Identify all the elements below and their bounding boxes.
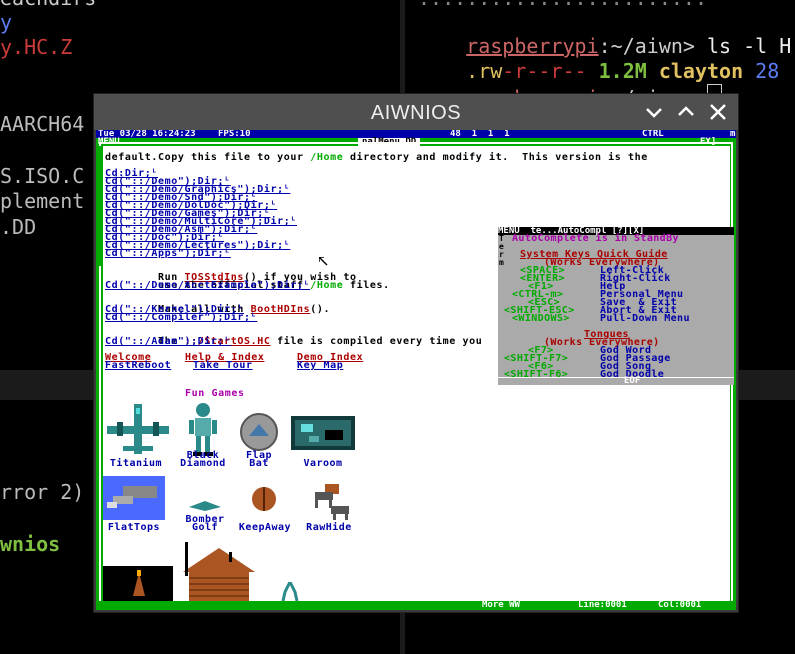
terminal-line: y — [0, 10, 13, 34]
flap-bat-game-icon[interactable] — [239, 412, 279, 452]
boot-hd-ins-link[interactable]: BootHDIns — [251, 304, 311, 315]
terminal-line: rror 2) — [0, 480, 85, 504]
game-label-rawhide[interactable]: RawHide — [303, 523, 355, 533]
terminal-line: y.HC.Z — [0, 35, 73, 59]
fun-games-title: Fun Games — [185, 388, 245, 399]
game-label-flattops[interactable]: FlatTops — [103, 523, 165, 533]
window-titlebar[interactable]: AIWNIOS — [94, 94, 738, 130]
game-sprite-cabin[interactable] — [179, 538, 259, 601]
autocomplete-footer: EOF — [498, 377, 734, 385]
varoom-game-icon[interactable] — [291, 416, 355, 450]
game-label-bomber-golf-2[interactable]: Golf — [177, 523, 233, 533]
game-label-keepaway[interactable]: KeepAway — [227, 523, 303, 533]
rawhide-game-icon[interactable] — [309, 478, 353, 520]
flattops-game-icon[interactable] — [103, 476, 165, 520]
terminal-line: ........................ — [418, 0, 707, 10]
terminal-line: AARCH64 — [0, 112, 85, 136]
terminal-line: eachdirs — [0, 0, 96, 10]
intro-line-2: default. — [105, 152, 158, 163]
terminal-line: S.ISO.C — [0, 164, 85, 188]
game-sprite-figure[interactable] — [281, 581, 299, 601]
game-label-black-diamond-2[interactable]: Diamond — [175, 459, 231, 469]
keepaway-game-icon[interactable] — [251, 486, 277, 512]
cd-link[interactable]: Cd("::/Apps");Dir;ᴸ — [105, 249, 231, 259]
cpu-counters: 48 1 1 1 — [450, 130, 510, 139]
aiwnios-window[interactable]: AIWNIOS Tue 03/28 16:24:23 FPS:10 48 1 1… — [94, 94, 738, 612]
autocomplete-status: AutoComplete is in StandBy — [512, 233, 679, 244]
top-status-bar: Tue 03/28 16:24:23 FPS:10 48 1 1 1 CTRL … — [96, 130, 736, 139]
chevron-up-icon[interactable] — [674, 100, 698, 124]
chevron-down-icon[interactable] — [642, 100, 666, 124]
compiler-link[interactable]: Cd("::/Compiler");Dir;ᴸ — [105, 313, 257, 323]
templeos-screen[interactable]: Tue 03/28 16:24:23 FPS:10 48 1 1 1 CTRL … — [96, 130, 736, 610]
mouse-pointer-icon — [318, 252, 329, 266]
intro-line: Copy this file to your /Home directory a… — [157, 152, 648, 163]
terminal-line: plement — [0, 189, 85, 213]
game-label-varoom[interactable]: Varoom — [291, 459, 355, 469]
scroll-side[interactable] — [96, 146, 101, 266]
bomber-golf-game-icon[interactable] — [189, 498, 221, 512]
acct-example-link[interactable]: Cd("::/Demo/AcctExample");Dir;ᴸ — [105, 281, 310, 291]
status-line: Line:0001 — [578, 600, 627, 610]
game-label-titanium[interactable]: Titanium — [103, 459, 169, 469]
ctrl-indicator: CTRL — [642, 130, 664, 139]
terminal-line: wnios — [0, 532, 61, 556]
game-label-flap-bat-2[interactable]: Bat — [239, 459, 279, 469]
autocomplete-window[interactable]: MENU te...AutoCompl [?][X] T e r m AutoC… — [498, 227, 734, 385]
terminal-line: .DD — [0, 215, 37, 239]
adam-link[interactable]: Cd("::/Adam");Dir;ᴸ — [105, 337, 231, 347]
key-map-link[interactable]: Key Map — [297, 361, 343, 371]
status-mode: More WW — [482, 600, 520, 610]
close-icon[interactable] — [706, 100, 730, 124]
status-col: Col:0001 — [658, 600, 702, 610]
eof-label: EOF — [624, 376, 641, 386]
game-sprite-night[interactable] — [103, 566, 173, 601]
key-windows: <WINDOWS> — [512, 313, 570, 324]
action-pull-down-menu: Pull-Down Menu — [600, 313, 690, 324]
fast-reboot-link[interactable]: FastReboot — [105, 361, 171, 371]
titanium-game-icon[interactable] — [105, 402, 171, 458]
fps-counter: FPS:10 — [218, 130, 251, 139]
take-tour-link[interactable]: Take Tour — [193, 361, 253, 371]
bottom-status-bar: More WW Line:0001 Col:0001 — [96, 601, 736, 610]
